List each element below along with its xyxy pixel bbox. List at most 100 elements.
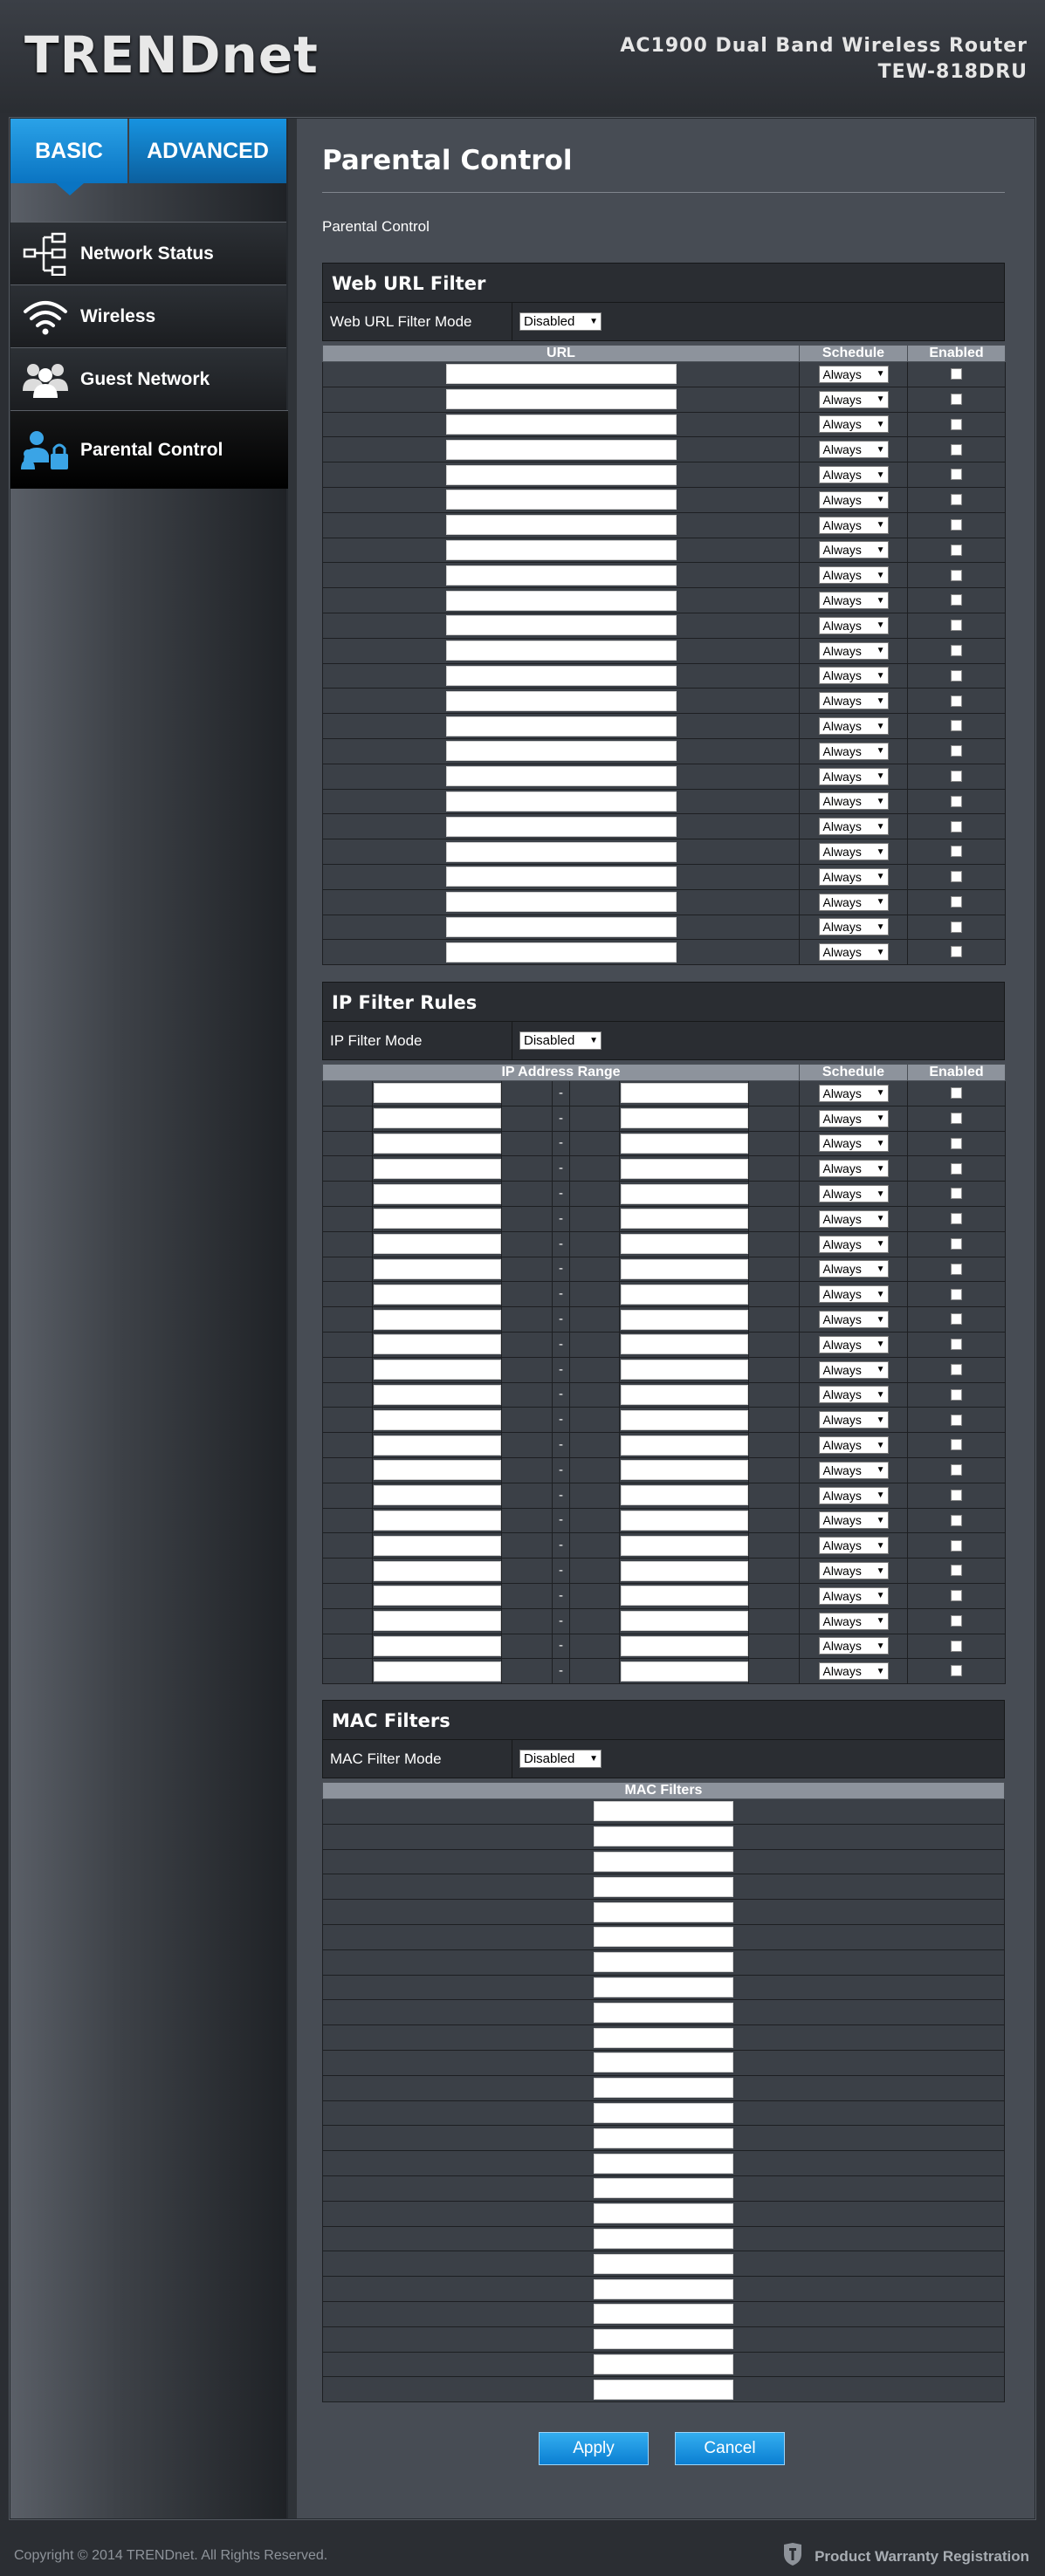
enabled-checkbox[interactable] (951, 1414, 962, 1426)
url-filter-mode-select[interactable]: Disabled ▼ (519, 312, 602, 331)
sidebar-item-network-status[interactable]: Network Status (10, 222, 286, 284)
enabled-checkbox[interactable] (951, 695, 962, 707)
ip-start-input[interactable] (373, 1586, 501, 1607)
url-input[interactable] (445, 515, 677, 536)
schedule-select[interactable]: Always ▼ (818, 1662, 889, 1681)
schedule-select[interactable]: Always ▼ (818, 767, 889, 785)
enabled-checkbox[interactable] (951, 368, 962, 380)
ip-start-input[interactable] (373, 1409, 501, 1430)
ip-start-input[interactable] (373, 1485, 501, 1506)
schedule-select[interactable]: Always ▼ (818, 1562, 889, 1580)
enabled-checkbox[interactable] (951, 1565, 962, 1577)
ip-start-input[interactable] (373, 1360, 501, 1380)
mac-input[interactable] (594, 2027, 733, 2048)
ip-end-input[interactable] (620, 1409, 748, 1430)
schedule-select[interactable]: Always ▼ (818, 466, 889, 484)
enabled-checkbox[interactable] (951, 795, 962, 807)
enabled-checkbox[interactable] (951, 1162, 962, 1175)
ip-end-input[interactable] (620, 1560, 748, 1581)
ip-start-input[interactable] (373, 1258, 501, 1279)
ip-end-input[interactable] (620, 1485, 748, 1506)
mac-input[interactable] (594, 2379, 733, 2400)
ip-end-input[interactable] (620, 1661, 748, 1682)
cancel-button[interactable]: Cancel (675, 2432, 785, 2465)
enabled-checkbox[interactable] (951, 518, 962, 531)
mac-input[interactable] (594, 2228, 733, 2249)
enabled-checkbox[interactable] (951, 1288, 962, 1300)
schedule-select[interactable]: Always ▼ (818, 1360, 889, 1379)
url-input[interactable] (445, 841, 677, 862)
enabled-checkbox[interactable] (951, 1590, 962, 1602)
ip-end-input[interactable] (620, 1309, 748, 1330)
ip-filter-mode-select[interactable]: Disabled ▼ (519, 1031, 602, 1050)
ip-end-input[interactable] (620, 1586, 748, 1607)
schedule-select[interactable]: Always ▼ (818, 867, 889, 886)
ip-end-input[interactable] (620, 1535, 748, 1556)
enabled-checkbox[interactable] (951, 393, 962, 405)
ip-start-input[interactable] (373, 1384, 501, 1405)
schedule-select[interactable]: Always ▼ (818, 1486, 889, 1504)
ip-start-input[interactable] (373, 1661, 501, 1682)
mac-input[interactable] (594, 2278, 733, 2299)
enabled-checkbox[interactable] (951, 644, 962, 656)
enabled-checkbox[interactable] (951, 820, 962, 832)
url-input[interactable] (445, 766, 677, 787)
enabled-checkbox[interactable] (951, 1464, 962, 1476)
ip-end-input[interactable] (620, 1460, 748, 1481)
ip-start-input[interactable] (373, 1083, 501, 1104)
url-input[interactable] (445, 816, 677, 837)
enabled-checkbox[interactable] (951, 1363, 962, 1375)
url-input[interactable] (445, 665, 677, 686)
mac-input[interactable] (594, 1901, 733, 1922)
schedule-select[interactable]: Always ▼ (818, 441, 889, 459)
schedule-select[interactable]: Always ▼ (818, 1411, 889, 1429)
url-input[interactable] (445, 791, 677, 812)
schedule-select[interactable]: Always ▼ (818, 843, 889, 861)
enabled-checkbox[interactable] (951, 720, 962, 732)
mac-input[interactable] (594, 2304, 733, 2325)
url-input[interactable] (445, 590, 677, 611)
ip-end-input[interactable] (620, 1435, 748, 1456)
enabled-checkbox[interactable] (951, 1640, 962, 1652)
enabled-checkbox[interactable] (951, 418, 962, 430)
schedule-select[interactable]: Always ▼ (818, 616, 889, 634)
enabled-checkbox[interactable] (951, 770, 962, 782)
ip-end-input[interactable] (620, 1510, 748, 1531)
schedule-select[interactable]: Always ▼ (818, 541, 889, 559)
schedule-select[interactable]: Always ▼ (818, 1311, 889, 1329)
schedule-select[interactable]: Always ▼ (818, 1185, 889, 1203)
ip-start-input[interactable] (373, 1133, 501, 1154)
url-input[interactable] (445, 565, 677, 586)
enabled-checkbox[interactable] (951, 895, 962, 908)
ip-end-input[interactable] (620, 1108, 748, 1129)
enabled-checkbox[interactable] (951, 1539, 962, 1552)
ip-start-input[interactable] (373, 1209, 501, 1230)
schedule-select[interactable]: Always ▼ (818, 641, 889, 660)
enabled-checkbox[interactable] (951, 1514, 962, 1526)
mac-input[interactable] (594, 2153, 733, 2174)
url-input[interactable] (445, 539, 677, 560)
ip-start-input[interactable] (373, 1635, 501, 1656)
schedule-select[interactable]: Always ▼ (818, 667, 889, 685)
enabled-checkbox[interactable] (951, 1388, 962, 1401)
schedule-select[interactable]: Always ▼ (818, 516, 889, 534)
apply-button[interactable]: Apply (539, 2432, 649, 2465)
mac-input[interactable] (594, 1851, 733, 1872)
mac-filter-mode-select[interactable]: Disabled ▼ (519, 1750, 602, 1768)
enabled-checkbox[interactable] (951, 946, 962, 958)
ip-end-input[interactable] (620, 1258, 748, 1279)
schedule-select[interactable]: Always ▼ (818, 1084, 889, 1102)
enabled-checkbox[interactable] (951, 846, 962, 858)
url-input[interactable] (445, 741, 677, 762)
schedule-select[interactable]: Always ▼ (818, 390, 889, 408)
schedule-select[interactable]: Always ▼ (818, 717, 889, 736)
enabled-checkbox[interactable] (951, 1313, 962, 1326)
ip-start-input[interactable] (373, 1234, 501, 1255)
schedule-select[interactable]: Always ▼ (818, 1260, 889, 1278)
enabled-checkbox[interactable] (951, 745, 962, 757)
warranty-link[interactable]: Product Warranty Registration (783, 2543, 1029, 2570)
enabled-checkbox[interactable] (951, 1087, 962, 1100)
enabled-checkbox[interactable] (951, 1137, 962, 1149)
enabled-checkbox[interactable] (951, 594, 962, 606)
url-input[interactable] (445, 439, 677, 460)
